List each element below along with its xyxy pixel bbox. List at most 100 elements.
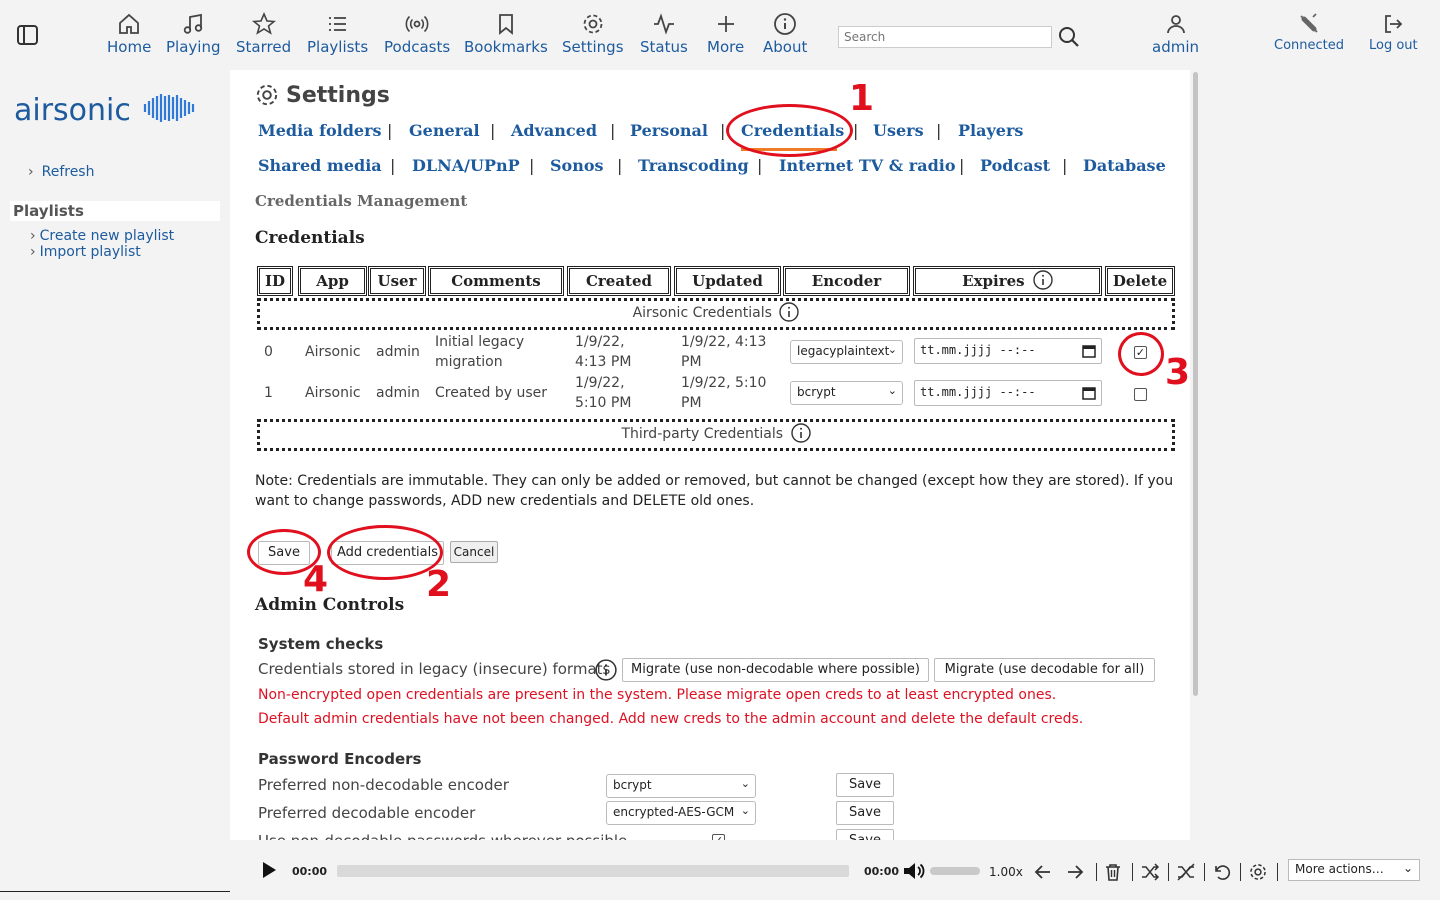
info-icon[interactable]: [1033, 270, 1053, 290]
gear-icon: [254, 82, 280, 112]
cancel-button[interactable]: Cancel: [450, 541, 498, 563]
tab-database[interactable]: Database: [1083, 156, 1166, 175]
volume-slider[interactable]: [930, 867, 980, 875]
nav-starred[interactable]: Starred: [236, 12, 291, 56]
tab-separator: |: [617, 156, 623, 175]
tab-media-folders[interactable]: Media folders: [258, 121, 382, 140]
more-actions-label: More actions…: [1295, 862, 1384, 876]
encoder-select[interactable]: legacyplaintext ⌄: [790, 340, 903, 364]
tab-personal[interactable]: Personal: [630, 121, 708, 140]
shuffle-icon[interactable]: [1140, 862, 1160, 882]
tab-separator: |: [529, 156, 535, 175]
nondecodable-encoder-value: bcrypt: [613, 778, 652, 792]
tab-internet-tv-radio[interactable]: Internet TV & radio: [779, 156, 956, 175]
undo-icon[interactable]: [1212, 862, 1232, 882]
system-checks-heading: System checks: [258, 635, 384, 653]
nav-podcasts[interactable]: Podcasts: [384, 12, 450, 56]
error-default-admin-credentials: Default admin credentials have not been …: [258, 711, 1084, 727]
migrate-decodable-button[interactable]: Migrate (use decodable for all): [934, 658, 1155, 682]
tab-separator: |: [390, 156, 396, 175]
info-icon[interactable]: [790, 423, 811, 443]
tab-advanced[interactable]: Advanced: [511, 121, 597, 140]
divider: [1132, 863, 1133, 881]
nav-logout[interactable]: Log out: [1369, 12, 1418, 53]
divider: [1204, 863, 1205, 881]
nav-bookmarks[interactable]: Bookmarks: [464, 12, 548, 56]
nav-starred-label: Starred: [236, 38, 292, 56]
tab-users[interactable]: Users: [873, 121, 924, 140]
expires-date-input[interactable]: tt.mm.jjjj --:--: [914, 380, 1102, 406]
tab-shared-media[interactable]: Shared media: [258, 156, 382, 175]
more-actions-select[interactable]: More actions… ⌄: [1288, 859, 1420, 881]
progress-bar[interactable]: [337, 865, 849, 877]
save-nondecodable-button[interactable]: Save: [836, 773, 894, 797]
import-playlist-link[interactable]: › Import playlist: [30, 244, 141, 260]
list-icon: [328, 17, 346, 31]
encoder-value: bcrypt: [797, 385, 836, 399]
arrow-right-icon[interactable]: [1065, 862, 1085, 882]
tab-general[interactable]: General: [409, 121, 480, 140]
play-icon[interactable]: [260, 860, 278, 880]
tab-sonos[interactable]: Sonos: [550, 156, 604, 175]
top-navigation-bar: Home Playing Starred Playlists Podcasts …: [0, 0, 1440, 70]
music-note-icon: [184, 13, 203, 34]
credentials-heading: Credentials: [255, 228, 365, 248]
sidebar-toggle-icon[interactable]: [16, 24, 40, 50]
nav-about-label: About: [763, 38, 808, 56]
nav-more[interactable]: More: [707, 12, 744, 56]
save-decodable-button[interactable]: Save: [836, 801, 894, 825]
nav-about[interactable]: About: [763, 12, 807, 56]
gear-icon[interactable]: [1248, 862, 1268, 882]
playback-speed[interactable]: 1.00x: [989, 865, 1023, 879]
search-input[interactable]: [838, 26, 1052, 48]
cell-app: Airsonic: [305, 344, 361, 360]
calendar-icon[interactable]: [1082, 344, 1096, 358]
nav-settings[interactable]: Settings: [562, 12, 624, 56]
migrate-nondecodable-button[interactable]: Migrate (use non-decodable where possibl…: [622, 658, 929, 682]
decodable-encoder-select[interactable]: encrypted-AES-GCM ⌄: [606, 801, 756, 825]
tab-dlna[interactable]: DLNA/UPnP: [412, 156, 520, 175]
chevron-down-icon: ⌄: [1402, 861, 1413, 875]
nondecodable-encoder-select[interactable]: bcrypt ⌄: [606, 774, 756, 798]
waveform-logo-icon: [144, 94, 195, 122]
scrollbar-thumb[interactable]: [1193, 72, 1198, 696]
info-icon[interactable]: [595, 659, 617, 681]
tab-separator: |: [610, 121, 616, 140]
tab-transcoding[interactable]: Transcoding: [638, 156, 749, 175]
tab-separator: |: [959, 156, 965, 175]
save-use-nondecodable-button[interactable]: Save: [836, 829, 894, 840]
arrow-left-icon[interactable]: [1033, 862, 1053, 882]
nav-logout-label: Log out: [1369, 38, 1418, 53]
volume-icon[interactable]: [902, 860, 926, 882]
col-header-delete: Delete: [1105, 266, 1175, 296]
settings-main-panel: Settings Media folders | General | Advan…: [230, 70, 1190, 840]
tab-players[interactable]: Players: [958, 121, 1023, 140]
nav-playing[interactable]: Playing: [166, 12, 220, 56]
info-icon[interactable]: [779, 302, 800, 322]
nav-bookmarks-label: Bookmarks: [464, 38, 548, 56]
left-sidebar: [0, 70, 230, 892]
cell-user: admin: [376, 344, 420, 360]
immutability-note: Note: Credentials are immutable. They ca…: [255, 473, 1174, 509]
trash-icon[interactable]: [1104, 862, 1122, 882]
calendar-icon[interactable]: [1082, 386, 1096, 400]
shuffle-off-icon[interactable]: [1176, 862, 1196, 882]
search-icon[interactable]: [1057, 25, 1081, 53]
use-nondecodable-label: Use non-decodable passwords wherever pos…: [258, 832, 627, 840]
create-playlist-link[interactable]: › Create new playlist: [30, 228, 174, 244]
nav-status[interactable]: Status: [640, 12, 688, 56]
delete-checkbox[interactable]: [1134, 388, 1147, 401]
refresh-link[interactable]: › Refresh: [28, 164, 94, 180]
cell-id: 1: [264, 385, 273, 401]
nav-user[interactable]: admin: [1152, 12, 1199, 56]
expires-date-input[interactable]: tt.mm.jjjj --:--: [914, 338, 1102, 364]
nav-more-label: More: [707, 38, 745, 56]
divider: [1168, 863, 1169, 881]
tab-podcast[interactable]: Podcast: [980, 156, 1050, 175]
encoder-select[interactable]: bcrypt ⌄: [790, 381, 903, 405]
connection-status-label: Connected: [1274, 38, 1345, 53]
nav-playlists[interactable]: Playlists: [307, 12, 368, 56]
nav-home[interactable]: Home: [107, 12, 151, 56]
tab-separator: |: [757, 156, 763, 175]
annotation-ring: [1118, 332, 1164, 376]
